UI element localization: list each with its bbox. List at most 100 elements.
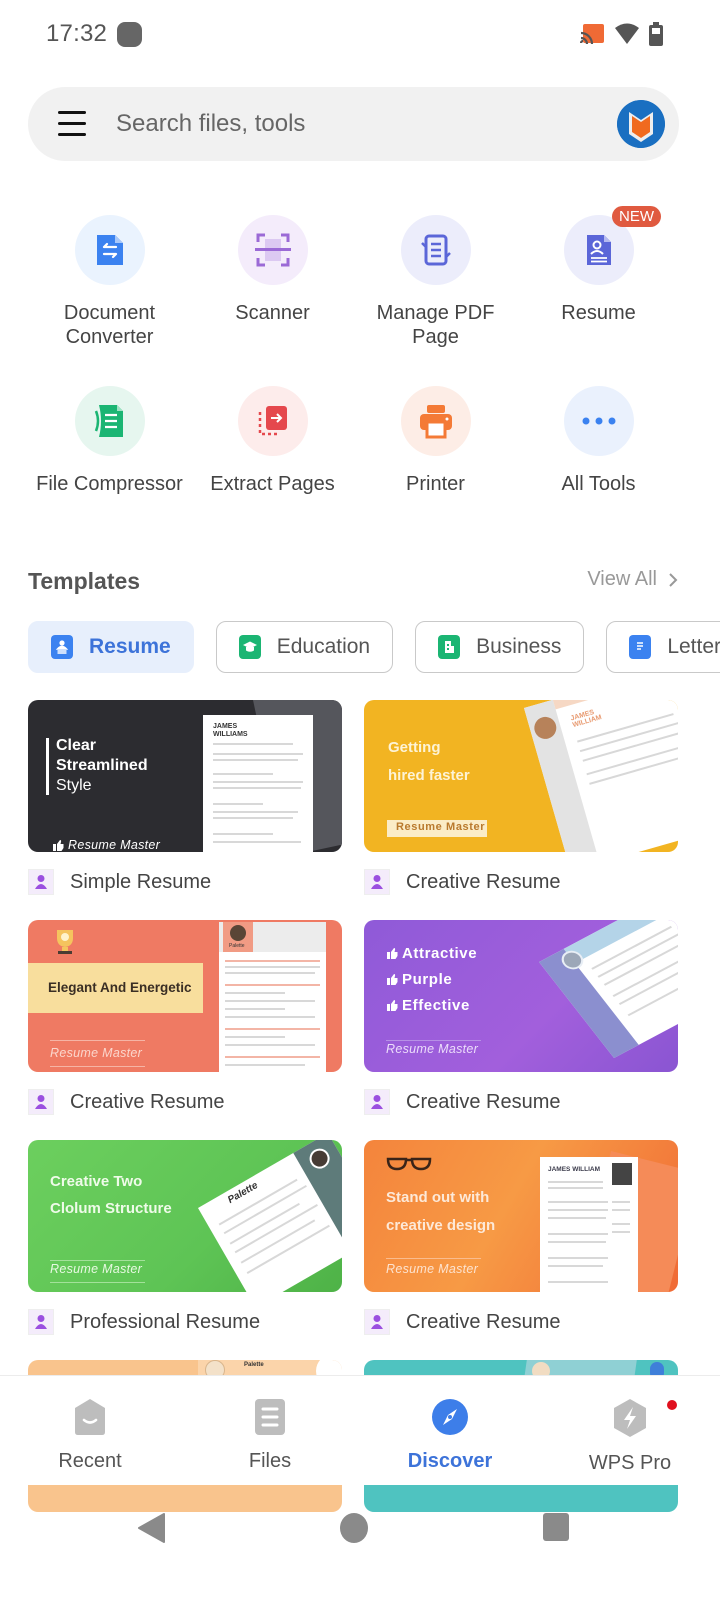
template-card[interactable]: Attractive Purple Effective Resume Maste… [364, 920, 678, 1140]
cast-icon [580, 24, 604, 45]
tool-label: Manage PDF Page [376, 302, 495, 348]
tool-label: Extract Pages [210, 473, 335, 495]
resume-person-icon [364, 1309, 390, 1335]
resume-person-icon [364, 869, 390, 895]
file-compress-icon [94, 405, 123, 437]
recent-icon [75, 1399, 105, 1435]
template-category-tabs: Resume Education Business Letter [28, 621, 720, 673]
hamburger-menu-icon[interactable] [58, 111, 86, 137]
template-card[interactable]: Stand out with creative design Resume Ma… [364, 1140, 678, 1360]
scanner-icon [254, 233, 291, 267]
chip-label: Business [476, 635, 562, 658]
wifi-icon [615, 23, 639, 44]
template-thumbnail: Attractive Purple Effective Resume Maste… [364, 920, 678, 1072]
chevron-right-icon [669, 572, 678, 587]
tool-all-tools[interactable]: All Tools [517, 386, 680, 521]
letter-chip-icon [629, 635, 652, 659]
template-name: Simple Resume [70, 870, 212, 893]
bottom-navigation: Recent Files Discover WPS Pro [0, 1375, 720, 1485]
view-all-link[interactable]: View All [587, 568, 678, 591]
template-thumbnail: Getting hired faster Resume Master JAMES… [364, 700, 678, 852]
printer-icon [419, 405, 452, 439]
tool-manage-pdf-page[interactable]: Manage PDF Page [354, 215, 517, 350]
tool-label: Resume [561, 302, 636, 324]
wps-pro-icon [614, 1399, 646, 1437]
nav-label: WPS Pro [588, 1452, 672, 1474]
more-icon [582, 417, 615, 425]
template-name: Professional Resume [70, 1310, 261, 1333]
manage-pdf-icon [420, 234, 451, 266]
tab-letter[interactable]: Letter [606, 621, 720, 673]
search-input[interactable] [116, 87, 596, 161]
tab-business[interactable]: Business [415, 621, 585, 673]
templates-title: Templates [28, 568, 141, 594]
document-convert-icon [96, 235, 123, 265]
thumbs-up-icon [387, 974, 398, 985]
tab-education[interactable]: Education [215, 621, 394, 673]
resume-chip-icon [51, 635, 73, 659]
chip-label: Letter [667, 635, 720, 658]
chip-label: Resume [89, 635, 171, 658]
tool-printer[interactable]: Printer [354, 386, 517, 521]
discover-compass-icon [432, 1399, 468, 1435]
template-name: Creative Resume [70, 1090, 225, 1113]
tool-extract-pages[interactable]: Extract Pages [191, 386, 354, 521]
thumbs-up-icon [387, 948, 398, 959]
education-chip-icon [238, 635, 261, 659]
tab-resume[interactable]: Resume [28, 621, 194, 673]
extract-pages-icon [258, 406, 287, 436]
notification-dot [667, 1400, 677, 1410]
template-thumbnail: Clear Streamlined Style Resume Master JA… [28, 700, 342, 852]
back-icon[interactable] [136, 1512, 166, 1544]
resume-person-icon [28, 1309, 54, 1335]
tool-label: Scanner [235, 302, 310, 324]
tool-label: Printer [406, 473, 465, 495]
avatar[interactable] [617, 100, 665, 148]
files-icon [255, 1399, 285, 1435]
template-card[interactable]: Getting hired faster Resume Master JAMES… [364, 700, 678, 920]
template-name: Creative Resume [406, 870, 561, 893]
nav-label: Files [248, 1450, 292, 1472]
resume-person-icon [28, 1089, 54, 1115]
thumbs-up-icon [387, 1000, 398, 1011]
nav-label: Recent [58, 1450, 122, 1472]
trophy-icon [57, 930, 73, 954]
tool-label: File Compressor [36, 473, 183, 495]
tool-file-compressor[interactable]: File Compressor [28, 386, 191, 521]
nav-files[interactable]: Files [180, 1376, 360, 1485]
system-navigation-bar [0, 1485, 720, 1600]
nav-wps-pro[interactable]: WPS Pro [540, 1376, 720, 1485]
nav-recent[interactable]: Recent [0, 1376, 180, 1485]
nav-discover[interactable]: Discover [360, 1376, 540, 1485]
business-chip-icon [438, 635, 461, 659]
template-thumbnail: Creative Two Clolum Structure Resume Mas… [28, 1140, 342, 1292]
battery-icon [649, 22, 663, 46]
status-time: 17:32 [46, 20, 108, 47]
tool-label: Document Converter [63, 302, 156, 348]
template-name: Creative Resume [406, 1310, 561, 1333]
template-thumbnail: Stand out with creative design Resume Ma… [364, 1140, 678, 1292]
tool-resume[interactable]: NEW Resume [517, 206, 680, 350]
tool-document-converter[interactable]: Document Converter [28, 215, 191, 350]
template-card[interactable]: Elegant And Energetic Resume Master Pale… [28, 920, 342, 1140]
template-thumbnail: Elegant And Energetic Resume Master Pale… [28, 920, 342, 1072]
resume-person-icon [364, 1089, 390, 1115]
status-bar: 17:32 [0, 0, 720, 70]
tools-grid: Document Converter Scanner Manage PDF Pa… [28, 206, 680, 521]
template-card[interactable]: Creative Two Clolum Structure Resume Mas… [28, 1140, 342, 1360]
thumbs-up-icon [53, 840, 64, 851]
template-name: Creative Resume [406, 1090, 561, 1113]
template-card[interactable]: Clear Streamlined Style Resume Master JA… [28, 700, 342, 920]
nav-label: Discover [407, 1450, 493, 1472]
glasses-icon [386, 1157, 432, 1171]
chip-label: Education [276, 635, 371, 658]
resume-icon [586, 235, 611, 265]
home-icon[interactable] [339, 1512, 369, 1544]
profile-logo-icon [617, 100, 665, 148]
tool-scanner[interactable]: Scanner [191, 215, 354, 350]
resume-person-icon [28, 869, 54, 895]
view-all-label: View All [587, 568, 657, 590]
notification-icon [117, 22, 142, 47]
new-badge: NEW [612, 206, 661, 227]
recents-icon[interactable] [542, 1512, 570, 1542]
